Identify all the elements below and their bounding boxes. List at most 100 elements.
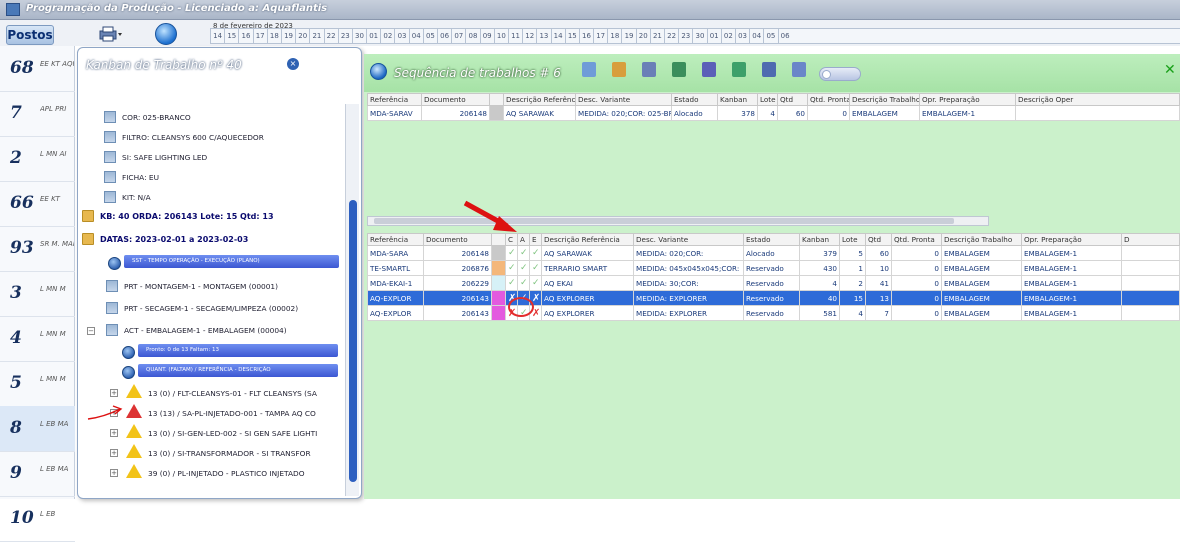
column-header[interactable]: Estado [671, 93, 718, 106]
column-header[interactable]: Desc. Variante [633, 233, 744, 246]
column-header[interactable]: D [1121, 233, 1180, 246]
ruler-day: 19 [280, 29, 295, 43]
column-header[interactable]: Lote [839, 233, 866, 246]
ruler-day: 22 [323, 29, 338, 43]
table-cell: 206229 [423, 275, 492, 291]
posto-item[interactable]: 5 L MN M [0, 361, 75, 407]
table-cell: 378 [717, 105, 758, 121]
view-toggle[interactable] [819, 67, 861, 81]
ruler-day: 21 [649, 29, 664, 43]
column-header[interactable]: A [517, 233, 530, 246]
timeline-ruler[interactable]: 14 15 16 17 18 19 20 21 22 23 30 01 02 03 04 05 06 07 08 09… [210, 28, 1180, 44]
column-header[interactable]: C [505, 233, 518, 246]
close-icon[interactable]: ✕ [1164, 62, 1176, 78]
column-header[interactable]: Descrição Trabalho [849, 93, 920, 106]
posto-item[interactable]: 68 EE KT AQUA [0, 46, 75, 92]
filter-icon[interactable] [582, 62, 596, 77]
table-row[interactable]: MDA-SARA 206148 ✓ ✓ ✓ AQ SARAWAK MEDIDA: 020;C… [367, 245, 1180, 261]
expand-toggle[interactable]: + [110, 429, 118, 437]
table-row[interactable]: MDA-EKAI-1 206229 ✓ ✓ ✓ AQ EKAI MEDIDA: 30;COR… [367, 275, 1180, 291]
column-header[interactable]: Kanban [799, 233, 840, 246]
posto-label: L MN M [40, 330, 66, 338]
table-cell: 15 [839, 290, 866, 306]
scissors-icon[interactable] [672, 62, 686, 77]
scroll-thumb[interactable] [374, 218, 954, 224]
column-header[interactable]: E [529, 233, 542, 246]
expand-toggle[interactable]: + [110, 469, 118, 477]
document-icon[interactable] [702, 62, 716, 77]
column-header[interactable]: Referência [367, 93, 422, 106]
column-header[interactable]: Qtd. Pronta [807, 93, 850, 106]
column-header[interactable]: Opr. Preparação [919, 93, 1016, 106]
column-header[interactable]: Qtd. Pronta [891, 233, 942, 246]
posto-item[interactable]: 8 L EB MA [0, 406, 75, 452]
posto-item[interactable]: 2 L MN AI [0, 136, 75, 182]
column-header[interactable]: Qtd [777, 93, 808, 106]
column-header[interactable]: Estado [743, 233, 800, 246]
column-header[interactable]: Referência [367, 233, 424, 246]
column-header[interactable]: Descrição Referência [541, 233, 634, 246]
column-header[interactable]: Opr. Preparação [1021, 233, 1122, 246]
column-header[interactable]: Lote [757, 93, 778, 106]
posto-item[interactable]: 4 L MN M [0, 316, 75, 362]
lower-grid-body: MDA-SARA 206148 ✓ ✓ ✓ AQ SARAWAK MEDIDA: 020;C… [367, 245, 1180, 321]
ruler-day: 02 [380, 29, 394, 43]
table-cell: EMBALAGEM-1 [1021, 290, 1122, 306]
column-header[interactable]: Kanban [717, 93, 758, 106]
check-icon: ✓ [529, 260, 542, 276]
column-header[interactable]: Documento [421, 93, 490, 106]
columns-icon[interactable] [642, 62, 656, 77]
refresh-globe-icon[interactable] [370, 63, 387, 80]
table-row[interactable]: AQ-EXPLOR 206143 ✗ ✓ ✗ AQ EXPLORER MEDIDA: EXP… [367, 305, 1180, 321]
ruler-day: 15 [224, 29, 238, 43]
column-header[interactable]: Documento [423, 233, 492, 246]
posto-item[interactable]: 3 L MN M [0, 271, 75, 317]
posto-number: 2 [10, 148, 22, 168]
ruler-day: 20 [635, 29, 650, 43]
scroll-thumb[interactable] [349, 200, 357, 482]
toggle-knob [822, 70, 831, 79]
print-icon[interactable] [97, 26, 123, 42]
table-row[interactable]: TE-SMARTL 206876 ✓ ✓ ✓ TERRARIO SMART MEDIDA: … [367, 260, 1180, 276]
ruler-day: 14 [550, 29, 565, 43]
table-row[interactable]: AQ-EXPLOR 206143 ✗ ✓ ✗ AQ EXPLORER MEDIDA: EXP… [367, 290, 1180, 306]
expand-toggle[interactable]: + [110, 389, 118, 397]
table-cell: 60 [865, 245, 892, 261]
info-icon [122, 366, 135, 379]
collapse-toggle[interactable]: − [87, 327, 95, 335]
ruler-day: 06 [777, 29, 792, 43]
posto-item[interactable]: 9 L EB MA [0, 451, 75, 497]
column-header[interactable]: Descrição Referência [503, 93, 576, 106]
posto-item[interactable]: 93 SR M. MAN [0, 226, 75, 272]
ruler-day: 03 [394, 29, 408, 43]
posto-item[interactable]: 7 APL PRI [0, 91, 75, 137]
globe-icon[interactable] [155, 23, 177, 45]
close-icon[interactable]: × [287, 58, 299, 70]
note-icon [104, 131, 116, 143]
column-header[interactable] [489, 93, 504, 106]
expand-toggle[interactable]: + [110, 449, 118, 457]
sequence-title: Sequência de trabalhos # 6 [394, 66, 561, 80]
recycle-icon[interactable] [732, 62, 746, 77]
posto-item[interactable]: 10 L EB [0, 496, 75, 542]
column-header[interactable]: Qtd [865, 233, 892, 246]
gear-icon[interactable] [762, 62, 776, 77]
posto-label: L EB MA [40, 420, 69, 428]
column-header[interactable] [491, 233, 506, 246]
column-header[interactable]: Descrição Trabalho [941, 233, 1022, 246]
table-cell: EMBALAGEM [941, 260, 1022, 276]
table-cell: AQ SARAWAK [541, 245, 634, 261]
search-icon[interactable] [792, 62, 806, 77]
posto-label: L EB [40, 510, 56, 518]
table-cell: MDA-EKAI-1 [367, 275, 424, 291]
gears-icon [106, 302, 118, 314]
table-cell [1121, 275, 1180, 291]
column-header[interactable]: Descrição Oper [1015, 93, 1180, 106]
grid-hscrollbar[interactable] [367, 216, 989, 226]
table-row[interactable]: MDA-SARAV 206148 AQ SARAWAK MEDIDA: 020;COR… [367, 105, 1180, 121]
kanban-scrollbar[interactable] [345, 104, 359, 496]
tools-icon[interactable] [612, 62, 626, 77]
posto-item[interactable]: 66 EE KT [0, 181, 75, 227]
postos-button[interactable]: Postos [6, 25, 54, 45]
column-header[interactable]: Desc. Variante [575, 93, 672, 106]
